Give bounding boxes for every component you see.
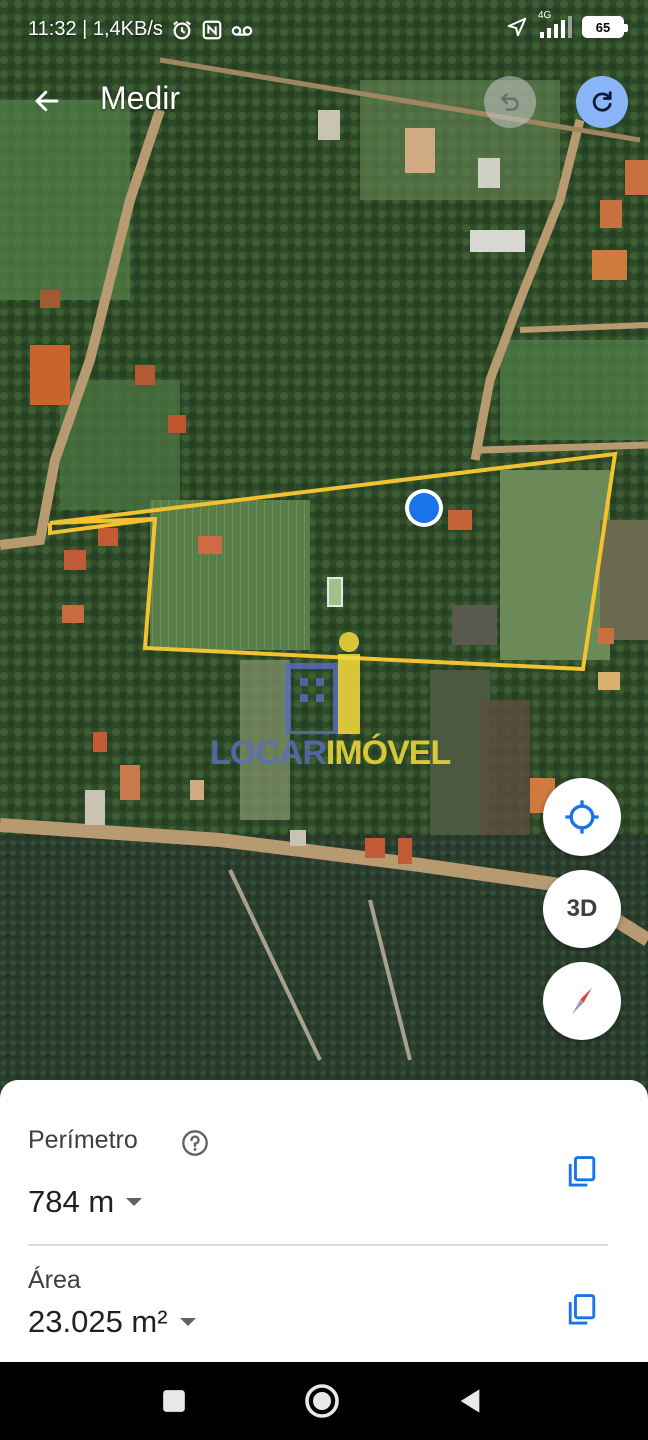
battery-icon: 65 xyxy=(582,16,628,38)
back-triangle-icon xyxy=(460,1389,480,1413)
chevron-down-icon xyxy=(126,1198,143,1206)
watermark: LOCARIMÓVEL xyxy=(210,630,451,790)
undo-button[interactable] xyxy=(484,76,536,128)
back-button[interactable] xyxy=(22,76,72,126)
redo-button[interactable] xyxy=(576,76,628,128)
alarm-icon xyxy=(173,20,191,39)
area-value: 23.025 m² xyxy=(28,1304,168,1339)
area-label: Área xyxy=(28,1266,81,1294)
copy-perimeter-button[interactable] xyxy=(562,1152,602,1192)
locate-me-button[interactable] xyxy=(543,778,621,856)
home-circle-icon xyxy=(305,1384,339,1418)
redo-icon xyxy=(592,91,612,112)
voicemail-icon xyxy=(231,25,253,36)
view-3d-button[interactable]: 3D xyxy=(543,870,621,948)
perimeter-value-dropdown[interactable]: 784 m xyxy=(28,1184,143,1220)
recents-button[interactable] xyxy=(155,1382,193,1420)
system-nav-bar xyxy=(0,1362,648,1440)
copy-icon xyxy=(568,1156,596,1187)
arrow-left-icon xyxy=(35,90,59,112)
watermark-part2: IMÓVEL xyxy=(325,734,451,772)
status-left: 11:32 | 1,4KB/s xyxy=(28,18,253,41)
crosshair-icon xyxy=(565,800,599,834)
area-value-dropdown[interactable]: 23.025 m² xyxy=(28,1304,196,1340)
compass-icon xyxy=(572,987,592,1015)
divider xyxy=(28,1244,608,1246)
status-right: 4G 65 xyxy=(506,10,628,38)
perimeter-value: 784 m xyxy=(28,1184,115,1219)
location-arrow-icon xyxy=(507,17,527,37)
compass-button[interactable] xyxy=(543,962,621,1040)
top-bar: Medir xyxy=(0,70,648,134)
page-title: Medir xyxy=(100,80,181,116)
chevron-down-icon xyxy=(179,1318,196,1326)
satellite-map[interactable]: LOCARIMÓVEL xyxy=(0,0,648,1100)
watermark-part1: LOCAR xyxy=(210,734,327,772)
recents-square-icon xyxy=(163,1390,185,1412)
nfc-icon xyxy=(202,20,222,39)
measurement-sheet: Perímetro 784 m Área 23.025 m² xyxy=(0,1080,648,1362)
copy-area-button[interactable] xyxy=(562,1290,602,1330)
home-button[interactable] xyxy=(303,1382,341,1420)
status-bar: 11:32 | 1,4KB/s 4G 65 xyxy=(0,0,648,60)
system-back-button[interactable] xyxy=(451,1382,489,1420)
watermark-text: LOCARIMÓVEL xyxy=(210,734,451,773)
map-imagery xyxy=(0,0,648,1100)
battery-level: 65 xyxy=(595,19,611,35)
help-icon[interactable] xyxy=(181,1129,209,1157)
copy-icon xyxy=(568,1294,596,1325)
undo-icon xyxy=(501,93,519,111)
status-time-speed: 11:32 | 1,4KB/s xyxy=(28,18,163,40)
signal-icon: 4G xyxy=(538,10,572,38)
perimeter-label: Perímetro xyxy=(28,1126,138,1154)
